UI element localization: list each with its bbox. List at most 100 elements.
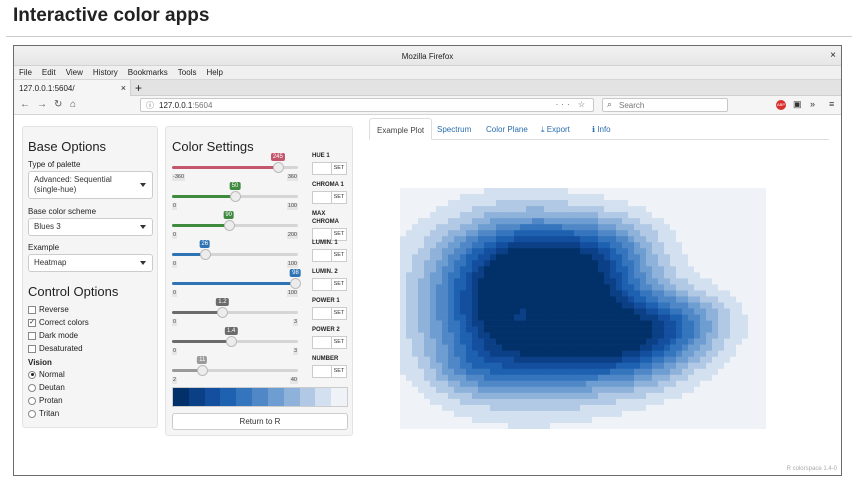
adblock-icon[interactable]: ABP	[776, 100, 786, 110]
set-button[interactable]: SET	[332, 365, 347, 378]
slider-handle[interactable]	[197, 365, 209, 376]
slider-handle[interactable]	[223, 220, 235, 231]
radio-tritan[interactable]: Tritan	[28, 407, 65, 420]
set-button[interactable]: SET	[332, 249, 347, 262]
radio-button[interactable]	[28, 409, 36, 418]
checkbox-reverse[interactable]: Reverse	[28, 303, 89, 316]
tab-spectrum[interactable]: Spectrum	[437, 118, 471, 140]
search-box[interactable]: ⌕	[602, 98, 728, 112]
radio-button-selected[interactable]	[28, 370, 36, 379]
menu-bookmarks[interactable]: Bookmarks	[128, 68, 168, 79]
new-tab-icon[interactable]: +	[135, 81, 142, 95]
back-icon[interactable]: ←	[20, 99, 30, 110]
heatmap-cell	[406, 200, 413, 207]
heatmap-cell	[466, 332, 473, 339]
radio-protan[interactable]: Protan	[28, 394, 65, 407]
slider-max-chroma[interactable]: 90 0 200	[172, 211, 298, 239]
palette-type-select[interactable]: Advanced: Sequential (single-hue)	[28, 171, 153, 199]
checkbox-box[interactable]	[28, 331, 36, 340]
page-actions-icon[interactable]: ··· ☆	[556, 100, 588, 109]
slider-lumin-1[interactable]: 26 0 100	[172, 240, 298, 268]
set-button[interactable]: SET	[332, 336, 347, 349]
slider-power-2[interactable]: 1.4 0 3	[172, 327, 298, 355]
numeric-input[interactable]	[312, 336, 332, 349]
heatmap-cell	[406, 254, 413, 261]
slider-power-1[interactable]: 1.2 0 3	[172, 298, 298, 326]
window-close-icon[interactable]: ×	[830, 50, 836, 61]
return-to-r-button[interactable]: Return to R	[172, 413, 348, 430]
checkbox-desaturated[interactable]: Desaturated	[28, 342, 89, 355]
set-button[interactable]: SET	[332, 307, 347, 320]
slider-chroma-1[interactable]: 50 0 100	[172, 182, 298, 210]
numeric-input[interactable]	[312, 191, 332, 204]
slider-handle[interactable]	[230, 191, 241, 202]
slider-hue-1[interactable]: 245 -360 360	[172, 153, 298, 181]
heatmap-cell	[544, 302, 551, 309]
sidebar-icon[interactable]: ▣	[793, 99, 802, 110]
heatmap-cell	[748, 206, 755, 213]
menu-view[interactable]: View	[66, 68, 83, 79]
heatmap-cell	[538, 302, 545, 309]
checkbox-correct-colors[interactable]: ✓ Correct colors	[28, 316, 89, 329]
tab-info[interactable]: ℹ Info	[592, 118, 611, 140]
checkmark-icon[interactable]: ✓	[28, 318, 36, 327]
home-icon[interactable]: ⌂	[70, 99, 76, 110]
radio-deutan[interactable]: Deutan	[28, 381, 65, 394]
slider-handle[interactable]	[226, 336, 238, 347]
heatmap-cell	[424, 302, 431, 309]
radio-normal[interactable]: Normal	[28, 368, 65, 381]
heatmap-cell	[568, 410, 575, 418]
numeric-input[interactable]	[312, 249, 332, 262]
example-select[interactable]: Heatmap	[28, 254, 153, 272]
heatmap-cell	[610, 290, 617, 297]
slider-handle[interactable]	[217, 307, 229, 318]
tab-example-plot[interactable]: Example Plot	[369, 118, 433, 140]
search-input[interactable]	[619, 101, 719, 110]
heatmap-cell	[460, 266, 467, 273]
checkbox-box[interactable]	[28, 344, 36, 353]
set-button[interactable]: SET	[332, 278, 347, 291]
slider-handle[interactable]	[290, 278, 302, 289]
tab-export[interactable]: ⤓ Export	[541, 118, 570, 140]
heatmap-cell	[490, 254, 497, 261]
set-button[interactable]: SET	[332, 162, 347, 175]
numeric-input[interactable]	[312, 307, 332, 320]
slider-lumin-2[interactable]: 98 0 100	[172, 269, 302, 297]
radio-button[interactable]	[28, 396, 36, 405]
heatmap-cell	[538, 212, 545, 219]
menu-tools[interactable]: Tools	[178, 68, 197, 79]
scheme-select[interactable]: Blues 3	[28, 218, 153, 236]
heatmap-cell	[448, 242, 455, 249]
heatmap-cell	[748, 314, 755, 321]
numeric-input[interactable]	[312, 278, 332, 291]
slider-handle[interactable]	[199, 249, 211, 260]
menu-edit[interactable]: Edit	[42, 68, 56, 79]
heatmap-cell	[538, 242, 545, 249]
tab-close-icon[interactable]: ×	[121, 83, 126, 93]
radio-button[interactable]	[28, 383, 36, 392]
menu-file[interactable]: File	[19, 68, 32, 79]
menu-history[interactable]: History	[93, 68, 118, 79]
heatmap-cell	[508, 356, 515, 364]
checkbox-dark-mode[interactable]: Dark mode	[28, 329, 89, 342]
tab-color-plane[interactable]: Color Plane	[486, 118, 528, 140]
overflow-icon[interactable]: »	[810, 99, 815, 109]
checkbox-box[interactable]	[28, 305, 36, 314]
slider-number[interactable]: 11 2 40	[172, 356, 298, 384]
reload-icon[interactable]: ↻	[54, 99, 62, 110]
browser-tab[interactable]: 127.0.0.1:5604/ ×	[14, 80, 131, 97]
forward-icon[interactable]: →	[37, 99, 47, 110]
numeric-input[interactable]	[312, 365, 332, 378]
menu-help[interactable]: Help	[206, 68, 222, 79]
set-button[interactable]: SET	[332, 191, 347, 204]
numeric-input[interactable]	[312, 162, 332, 175]
heatmap-cell	[508, 392, 515, 400]
hamburger-menu-icon[interactable]: ≡	[829, 99, 834, 109]
heatmap-cell	[508, 284, 515, 291]
heatmap-cell	[526, 308, 533, 315]
heatmap-cell	[412, 404, 419, 412]
heatmap-cell	[412, 386, 419, 394]
url-bar[interactable]: ⓘ 127.0.0.1:5604 ··· ☆	[140, 98, 594, 112]
site-info-icon[interactable]: ⓘ	[146, 100, 154, 111]
slider-handle[interactable]	[272, 162, 284, 173]
